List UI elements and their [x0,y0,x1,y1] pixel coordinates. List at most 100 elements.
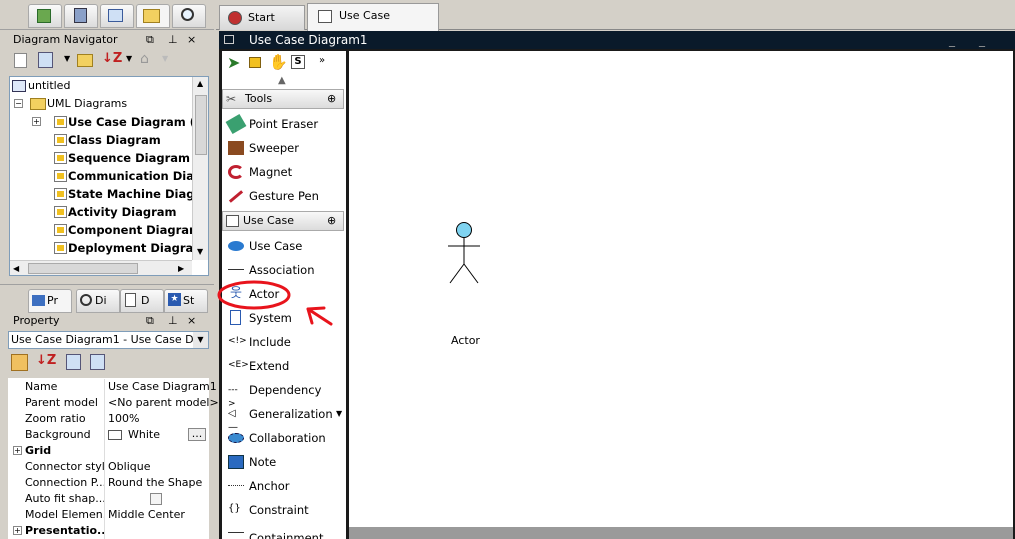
expand-group-icon[interactable]: ⊕ [327,212,336,230]
tree-item[interactable]: Deployment Diagram [10,239,205,257]
property-row[interactable]: Parent model <No parent model> [10,395,219,411]
constraint-icon: {} [228,503,241,514]
categorized-icon[interactable] [11,354,28,371]
minimize-icon[interactable]: _ [949,31,955,49]
horizontal-scrollbar[interactable]: ◀ ▶ [10,260,192,275]
property-row[interactable]: Model Elemen... Middle Center [10,507,208,523]
stereotype-tab[interactable]: ★ St [164,289,208,313]
property-row[interactable]: + Grid [10,443,208,459]
dropdown-icon[interactable]: ▼ [126,54,132,63]
property-selector[interactable]: Use Case Diagram1 - Use Case Diagra... ▼ [8,331,209,349]
palette-sweeper[interactable]: Sweeper [224,136,344,160]
hand-icon[interactable]: ✋ [269,53,288,71]
tab-start-page[interactable]: Start Page [219,5,305,47]
scroll-down-icon[interactable]: ▼ [197,247,203,256]
property-row[interactable]: Name Use Case Diagram1 [10,379,217,395]
property-row[interactable]: Connection P... Round the Shape [10,475,208,491]
palette-generalization[interactable]: ◁— Generalization ▼ [224,402,344,433]
usecase-group-header[interactable]: Use Case ⊕ [222,211,344,231]
float-icon[interactable]: ⧉ [146,312,154,330]
snap-icon[interactable]: S [291,55,305,69]
folder-icon[interactable] [77,54,93,67]
expand-icon[interactable]: + [32,117,41,126]
search-tab[interactable] [172,4,206,28]
checkbox[interactable] [150,493,162,505]
palette-magnet[interactable]: Magnet [224,160,344,184]
repository-tab[interactable] [64,4,98,28]
palette-anchor[interactable]: Anchor [224,474,344,498]
scroll-thumb[interactable] [28,263,138,274]
tools-group-header[interactable]: ✂ Tools ⊕ [222,89,344,109]
diagram-info-tab[interactable]: Di [76,289,120,313]
float-icon[interactable]: ⧉ [146,31,154,49]
expand-all-icon[interactable] [66,354,81,370]
property-row[interactable]: Zoom ratio 100% [10,411,208,427]
tree-item[interactable]: Sequence Diagram [10,149,200,167]
collapse-all-icon[interactable] [90,354,105,370]
tree-folder[interactable]: − UML Diagrams [10,95,200,113]
selection-tool-icon[interactable]: ➤ [227,53,240,72]
expand-group-icon[interactable]: ⊕ [327,90,336,108]
left-top-toolbar [0,0,214,30]
scroll-up-icon[interactable]: ▲ [197,79,203,88]
tree-item[interactable]: Class Diagram [10,131,200,149]
expand-icon[interactable]: + [13,446,22,455]
property-row[interactable]: Auto fit shap... [10,491,208,507]
up-icon[interactable]: ⌂ [140,51,149,67]
maximize-icon[interactable]: _ [979,31,985,49]
tab-use-case-diagram[interactable]: Use Case Diagram1 [307,3,439,46]
actor-label[interactable]: Actor [451,334,480,347]
collapse-icon[interactable]: − [14,99,23,108]
property-tab[interactable]: Pr [28,289,72,313]
note-icon [228,455,244,469]
dropdown-icon[interactable]: ▼ [193,332,208,348]
scroll-right-icon[interactable]: ▶ [178,264,184,273]
palette-include[interactable]: <!> Include [224,330,344,354]
property-header: Property ⧉ ⊥ × [0,312,214,330]
palette-extend[interactable]: <E> Extend [224,354,344,378]
tree-item[interactable]: Activity Diagram [10,203,200,221]
more-icon[interactable]: » [319,55,325,66]
model-explorer-tab[interactable] [28,4,62,28]
lock-icon[interactable] [249,57,261,68]
palette-constraint[interactable]: {} Constraint [224,498,344,522]
close-icon[interactable]: × [187,31,196,49]
scroll-up-icon[interactable]: ▲ [278,75,286,86]
palette-gesture-pen[interactable]: Gesture Pen [224,184,344,208]
tree-item[interactable]: Component Diagram [10,221,201,239]
new-diagram-icon[interactable] [14,53,27,68]
sort-alpha-icon[interactable]: ↓Z [36,353,56,368]
dropdown-icon[interactable]: ▼ [64,54,70,63]
palette-use-case[interactable]: Use Case [224,234,344,258]
pin-icon[interactable]: ⊥ [168,312,178,330]
scroll-left-icon[interactable]: ◀ [13,264,19,273]
diagram-type-icon[interactable] [38,52,53,68]
palette-point-eraser[interactable]: Point Eraser [224,112,344,136]
vertical-scrollbar[interactable]: ▲ ▼ [192,77,208,260]
canvas-hscrollbar[interactable] [349,527,1013,539]
tree-root[interactable]: untitled [10,77,200,95]
sort-icon[interactable]: ↓Z [102,51,122,66]
diagram-tab[interactable] [100,4,134,28]
property-row[interactable]: Connector style Oblique [10,459,208,475]
navigator-tree[interactable]: untitled − UML Diagrams + Use Case Diagra… [9,76,209,276]
dropdown-icon[interactable]: ▼ [336,402,342,426]
diagram-canvas[interactable] [349,51,1013,527]
palette-containment[interactable]: Containment [224,522,344,539]
tree-item[interactable]: Communication Diagra [10,167,208,185]
palette-dependency[interactable]: ---> Dependency [224,378,344,409]
tree-item[interactable]: + Use Case Diagram (1) [10,113,208,131]
palette-note[interactable]: Note [224,450,344,474]
close-icon[interactable]: × [187,312,196,330]
property-row[interactable]: Background White... [10,427,208,443]
property-row[interactable]: + Presentatio... [10,523,208,539]
pin-icon[interactable]: ⊥ [168,31,178,49]
actor-figure[interactable] [440,218,488,288]
scroll-thumb[interactable] [195,95,207,155]
tree-item[interactable]: State Machine Diagrar [10,185,208,203]
expand-icon[interactable]: + [13,526,22,535]
documentation-tab[interactable]: D [120,289,164,313]
ellipsis-button[interactable]: ... [188,428,206,441]
navigator-tab[interactable] [136,4,170,28]
palette-collaboration[interactable]: Collaboration [224,426,344,450]
